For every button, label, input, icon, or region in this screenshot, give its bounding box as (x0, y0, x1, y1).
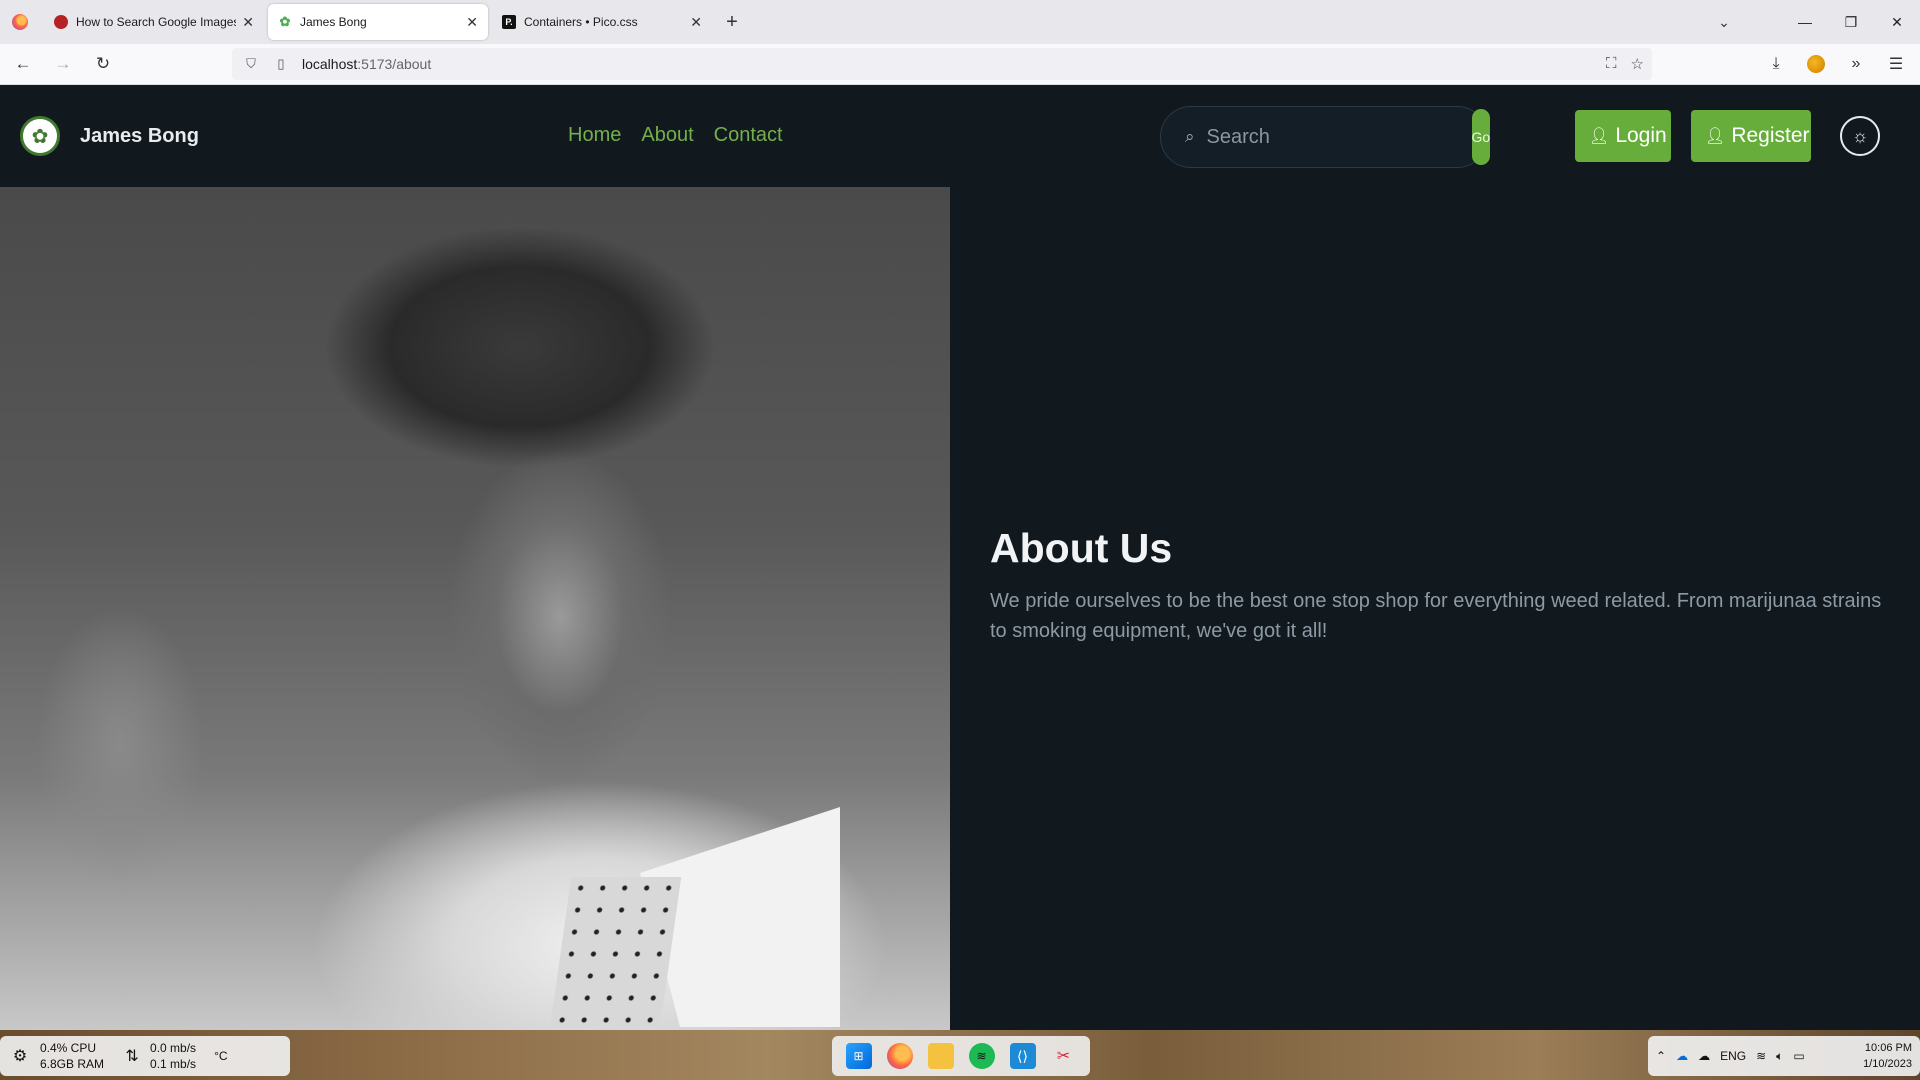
close-icon[interactable]: ✕ (242, 14, 254, 31)
browser-tab[interactable]: P. Containers • Pico.css ✕ (492, 4, 712, 40)
volume-icon[interactable]: 🔈︎ (1776, 1049, 1783, 1064)
register-label: Register (1731, 124, 1810, 147)
about-hero-image (0, 187, 950, 1030)
menu-icon[interactable]: ☰ (1880, 48, 1912, 80)
minimize-icon[interactable]: — (1782, 0, 1828, 44)
search-input[interactable] (1206, 125, 1472, 149)
language-indicator[interactable]: ENG (1720, 1049, 1746, 1063)
search-form: ⌕ Go (1160, 106, 1491, 168)
person-icon: 👤︎ (1589, 128, 1610, 145)
url-host: localhost (302, 56, 358, 72)
main-nav: Home About Contact (568, 124, 783, 147)
forward-icon[interactable]: → (46, 47, 80, 81)
cpu-usage: 0.4% CPU (40, 1041, 97, 1055)
restore-icon[interactable]: ❐ (1828, 0, 1874, 44)
clock-date: 1/10/2023 (1863, 1058, 1912, 1070)
ram-usage: 6.8GB RAM (40, 1057, 105, 1071)
about-heading: About Us (990, 525, 1173, 571)
sun-icon: ☼ (1851, 125, 1869, 146)
close-window-icon[interactable]: ✕ (1874, 0, 1920, 44)
brand-name: James Bong (80, 124, 199, 147)
browser-nav-bar: ← → ↻ ⛉ ▯ localhost:5173/about ⛶ ☆ ⤓ » ☰ (0, 44, 1920, 85)
chevron-down-icon[interactable]: ⌄ (1710, 0, 1738, 44)
close-icon[interactable]: ✕ (466, 14, 478, 31)
download-icon[interactable]: ⤓ (1760, 48, 1792, 80)
theme-toggle-button[interactable]: ☼ (1840, 116, 1880, 156)
tab-title: James Bong (300, 15, 367, 29)
chip-icon: ⚙ (12, 1048, 28, 1065)
firefox-icon[interactable] (886, 1043, 913, 1069)
overflow-icon[interactable]: » (1840, 48, 1872, 80)
snipping-tool-icon[interactable]: ✂ (1051, 1043, 1077, 1069)
search-go-button[interactable]: Go (1471, 109, 1491, 165)
nav-home[interactable]: Home (568, 124, 621, 147)
tab-title: Containers • Pico.css (524, 15, 638, 29)
login-label: Login (1615, 124, 1667, 147)
polka-dot-tie (548, 877, 682, 1030)
about-section: About Us We pride ourselves to be the be… (990, 525, 1890, 646)
browser-tab-active[interactable]: ✿ James Bong ✕ (268, 4, 488, 40)
url-bar[interactable]: ⛉ ▯ localhost:5173/about ⛶ ☆ (232, 48, 1652, 80)
system-monitor-widget[interactable]: ⚙ 0.4% CPU 6.8GB RAM ⇅ 0.0 mb/s 0.1 mb/s… (0, 1036, 290, 1076)
register-button[interactable]: 👤︎ Register (1691, 110, 1811, 162)
spotify-icon[interactable]: ≋ (968, 1043, 995, 1069)
clock-time: 10:06 PM (1864, 1042, 1912, 1054)
net-up: 0.1 mb/s (150, 1057, 197, 1071)
system-tray: ⌃ ☁ ☁ ENG ≋ 🔈︎ ▭ 10:06 PM 1/10/2023 (1648, 1036, 1920, 1076)
leaf-icon: ✿ (279, 14, 291, 29)
search-icon: ⌕ (1185, 127, 1195, 146)
nav-about[interactable]: About (641, 124, 693, 147)
chevron-up-icon[interactable]: ⌃ (1656, 1049, 1666, 1063)
site-header: ✿ James Bong Home About Contact ⌕ Go 👤︎ … (0, 86, 1920, 187)
red-circle-icon (54, 15, 68, 29)
wifi-icon[interactable]: ≋ (1756, 1049, 1766, 1063)
cannabis-leaf-logo-icon: ✿ (20, 116, 60, 156)
reload-icon[interactable]: ↻ (86, 47, 120, 81)
battery-icon[interactable]: ▭ (1793, 1049, 1804, 1063)
network-arrows-icon: ⇅ (125, 1048, 139, 1065)
url-path: :5173/about (357, 56, 432, 72)
onedrive-icon[interactable]: ☁ (1676, 1049, 1688, 1063)
star-icon[interactable]: ☆ (1631, 55, 1644, 73)
brand[interactable]: ✿ James Bong (20, 116, 199, 156)
cloud-icon[interactable]: ☁ (1698, 1049, 1710, 1063)
tab-title: How to Search Google Images f (76, 15, 237, 29)
temperature: °C (214, 1049, 228, 1063)
person-add-icon: 👤︎ (1705, 128, 1726, 145)
nav-contact[interactable]: Contact (714, 124, 783, 147)
extension-avatar-icon[interactable] (1800, 48, 1832, 80)
login-button[interactable]: 👤︎ Login (1575, 110, 1671, 162)
vscode-icon[interactable]: ⟨⟩ (1009, 1043, 1036, 1069)
window-controls: — ❐ ✕ (1782, 0, 1920, 44)
browser-tab-bar: How to Search Google Images f ✕ ✿ James … (0, 0, 1920, 44)
net-down: 0.0 mb/s (150, 1041, 197, 1055)
firefox-icon[interactable] (0, 0, 40, 44)
new-tab-button[interactable]: + (716, 6, 748, 38)
windows-start-icon[interactable]: ⊞ (845, 1043, 872, 1069)
about-body: We pride ourselves to be the best one st… (990, 590, 1882, 642)
shield-icon[interactable]: ⛉ (242, 56, 260, 72)
translate-icon[interactable]: ⛶ (1606, 55, 1617, 73)
windows-taskbar: ⚙ 0.4% CPU 6.8GB RAM ⇅ 0.0 mb/s 0.1 mb/s… (0, 1030, 1920, 1080)
close-icon[interactable]: ✕ (690, 14, 702, 31)
taskbar-apps: ⊞ ≋ ⟨⟩ ✂ (832, 1036, 1090, 1076)
back-icon[interactable]: ← (6, 47, 40, 81)
pico-icon: P. (502, 15, 516, 29)
clock[interactable]: 10:06 PM 1/10/2023 (1863, 1040, 1912, 1072)
file-explorer-icon[interactable] (927, 1043, 954, 1069)
browser-tab[interactable]: How to Search Google Images f ✕ (44, 4, 264, 40)
page-icon: ▯ (277, 56, 285, 71)
